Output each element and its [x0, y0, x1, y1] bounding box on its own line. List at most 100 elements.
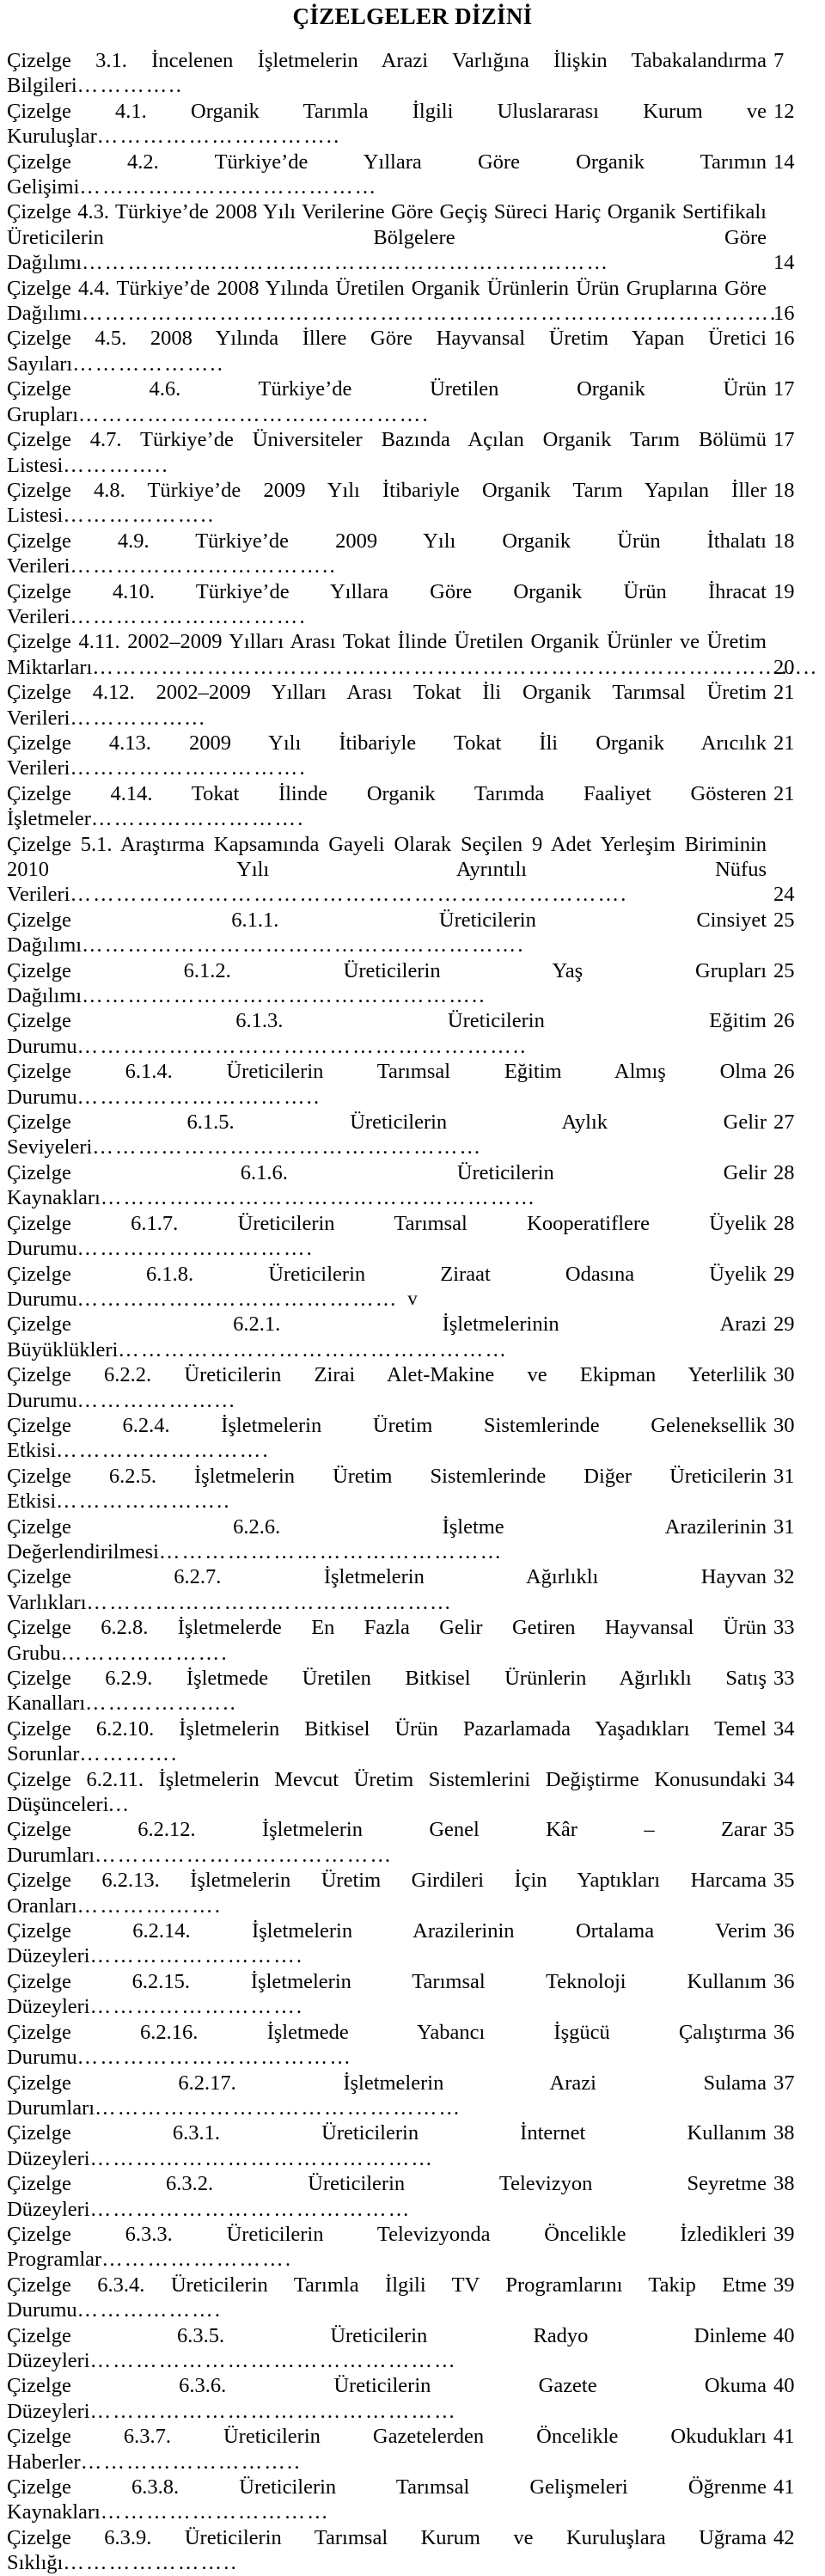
toc-entry[interactable]: Çizelge 4.10. Türkiye’de Yıllara Göre Or… [7, 579, 818, 630]
toc-dot-leader: ………………………………………………………………………………. [82, 302, 778, 326]
toc-entry[interactable]: Çizelge 4.8. Türkiye’de 2009 Yılı İtibar… [7, 478, 818, 529]
toc-entry[interactable]: Çizelge 6.3.4. Üreticilerin Tarımla İlgi… [7, 2273, 818, 2323]
toc-entry-page-number: 36 [773, 2020, 795, 2044]
toc-entry-page-number: 36 [773, 1969, 795, 1993]
toc-entry-page-number: 39 [773, 2273, 795, 2297]
toc-entry-page-number: 38 [773, 2121, 795, 2145]
toc-entry-page-number: 28 [773, 1160, 795, 1184]
toc-dot-leader: ………………………………………. [78, 402, 430, 426]
document-page: ÇİZELGELER DİZİNİ Çizelge 3.1. İncelenen… [0, 0, 825, 2574]
toc-entry-page-number: 35 [773, 1869, 795, 1893]
toc-dot-leader: …………………………………… [89, 2197, 412, 2221]
toc-entry-page-number: 24 [773, 883, 795, 907]
toc-entry[interactable]: Çizelge 3.1. İncelenen İşletmelerin Araz… [7, 48, 818, 99]
toc-dot-leader: ……………………………………… [89, 2146, 435, 2170]
toc-dot-leader: ………………………………………………………………. [70, 883, 628, 907]
toc-entry[interactable]: Çizelge 6.2.15. İşletmelerin Tarımsal Te… [7, 1969, 818, 2020]
toc-entry-page-number: 26 [773, 1060, 795, 1084]
toc-entry[interactable]: Çizelge 4.9. Türkiye’de 2009 Yılı Organi… [7, 529, 818, 579]
toc-entry[interactable]: Çizelge 6.2.12. İşletmelerin Genel Kâr –… [7, 1817, 818, 1868]
toc-dot-leader: …………………………….. [70, 554, 337, 578]
toc-entry[interactable]: Çizelge 6.2.5. İşletmelerin Üretim Siste… [7, 1464, 818, 1514]
toc-entry-page-number: 33 [773, 1667, 795, 1690]
toc-dot-leader: …………………………. [70, 604, 307, 628]
toc-dot-leader: …………………………………………….. [82, 984, 486, 1008]
toc-entry-page-number: 34 [773, 1767, 795, 1791]
toc-entry-page-number: 37 [773, 2071, 795, 2095]
toc-entry[interactable]: Çizelge 6.2.7. İşletmelerin Ağırlıklı Ha… [7, 1564, 818, 1615]
toc-entry-page-number: 29 [773, 1262, 795, 1286]
toc-entry[interactable]: Çizelge 6.3.8. Üreticilerin Tarımsal Gel… [7, 2475, 818, 2525]
toc-entry[interactable]: Çizelge 6.2.6. İşletme Arazilerinin Değe… [7, 1514, 818, 1565]
toc-entry[interactable]: Çizelge 6.1.4. Üreticilerin Tarımsal Eği… [7, 1059, 818, 1110]
toc-entry-page-number: 38 [773, 2172, 795, 2196]
toc-entry[interactable]: Çizelge 4.1. Organik Tarımla İlgili Ulus… [7, 99, 818, 150]
toc-entry[interactable]: Çizelge 6.3.6. Üreticilerin Gazete Okuma… [7, 2373, 818, 2424]
toc-entry-page-number: 42 [773, 2525, 795, 2549]
toc-entry[interactable]: Çizelge 6.2.9. İşletmede Üretilen Bitkis… [7, 1666, 818, 1716]
toc-entry[interactable]: Çizelge 6.2.10. İşletmelerin Bitkisel Ür… [7, 1716, 818, 1767]
toc-entry[interactable]: Çizelge 6.3.9. Üreticilerin Tarımsal Kur… [7, 2525, 818, 2576]
toc-entry[interactable]: Çizelge 6.2.8. İşletmelerde En Fazla Gel… [7, 1615, 818, 1666]
toc-entry[interactable]: Çizelge 6.3.7. Üreticilerin Gazetelerden… [7, 2424, 818, 2475]
toc-entry[interactable]: Çizelge 6.2.11. İşletmelerin Mevcut Üret… [7, 1767, 818, 1818]
toc-entry-page-number: 14 [773, 251, 795, 275]
toc-entry[interactable]: Çizelge 4.14. Tokat İlinde Organik Tarım… [7, 781, 818, 832]
toc-entry-page-number: 17 [773, 377, 795, 401]
table-of-contents-list: Çizelge 3.1. İncelenen İşletmelerin Araz… [7, 48, 818, 2576]
toc-dot-leader: ………………….. [56, 1490, 231, 1514]
toc-dot-leader: …………. [79, 1742, 179, 1766]
toc-entry[interactable]: Çizelge 6.2.1. İşletmelerinin Arazi Büyü… [7, 1312, 818, 1362]
toc-entry[interactable]: Çizelge 6.3.2. Üreticilerin Televizyon S… [7, 2171, 818, 2222]
toc-entry[interactable]: Çizelge 4.4. Türkiye’de 2008 Yılında Üre… [7, 276, 818, 327]
toc-entry[interactable]: Çizelge 6.1.1. Üreticilerin Cinsiyet Dağ… [7, 908, 818, 958]
toc-entry-page-number: 20 [773, 655, 795, 679]
page-folio-number: v [407, 1288, 418, 1309]
toc-entry[interactable]: Çizelge 6.1.2. Üreticilerin Yaş Grupları… [7, 958, 818, 1009]
toc-dot-leader: ……………….. [63, 504, 216, 528]
toc-dot-leader: ………………………. [90, 807, 305, 831]
toc-dot-leader: ………….. [63, 453, 169, 477]
toc-entry[interactable]: Çizelge 4.2. Türkiye’de Yıllara Göre Org… [7, 150, 818, 200]
toc-entry[interactable]: Çizelge 6.2.2. Üreticilerin Zirai Alet-M… [7, 1362, 818, 1413]
toc-entry[interactable]: Çizelge 6.3.3. Üreticilerin Televizyonda… [7, 2222, 818, 2273]
toc-dot-leader: ………………………………… [95, 1843, 394, 1867]
toc-dot-leader: ………………………….. [76, 1085, 321, 1109]
toc-entry[interactable]: Çizelge 4.12. 2002–2009 Yılları Arası To… [7, 680, 818, 731]
toc-entry[interactable]: Çizelge 6.2.13. İşletmelerin Üretim Gird… [7, 1868, 818, 1918]
toc-entry[interactable]: Çizelge 6.1.3. Üreticilerin Eğitim Durum… [7, 1008, 818, 1059]
toc-entry[interactable]: Çizelge 4.13. 2009 Yılı İtibariyle Tokat… [7, 731, 818, 781]
toc-entry-page-number: 40 [773, 2323, 795, 2347]
toc-dot-leader: ………………………………… [79, 175, 378, 199]
toc-entry[interactable]: Çizelge 4.11. 2002–2009 Yılları Arası To… [7, 629, 818, 680]
toc-dot-leader: ………………………… [100, 2500, 330, 2524]
toc-entry[interactable]: Çizelge 6.2.14. İşletmelerin Arazilerini… [7, 1918, 818, 1969]
toc-entry-page-number: 41 [773, 2425, 795, 2449]
toc-entry[interactable]: Çizelge 6.2.17. İşletmelerin Arazi Sulam… [7, 2071, 818, 2121]
toc-dot-leader: ………………………………………… [89, 2399, 457, 2423]
toc-dot-leader: …………………………. [70, 756, 307, 780]
toc-dot-leader: …………………………………………… [118, 1337, 509, 1361]
toc-dot-leader: ………………………. [89, 1995, 304, 2019]
toc-entry-page-number: 14 [773, 150, 795, 174]
toc-dot-leader: ………………. [76, 2298, 223, 2322]
toc-entry[interactable]: Çizelge 5.1. Araştırma Kapsamında Gayeli… [7, 832, 818, 908]
toc-entry-page-number: 33 [773, 1616, 795, 1640]
toc-entry[interactable]: Çizelge 4.6. Türkiye’de Üretilen Organik… [7, 376, 818, 427]
toc-entry-page-number: 40 [773, 2374, 795, 2398]
toc-entry[interactable]: Çizelge 4.7. Türkiye’de Üniversiteler Ba… [7, 427, 818, 478]
toc-entry[interactable]: Çizelge 4.5. 2008 Yılında İllere Göre Ha… [7, 326, 818, 376]
toc-entry[interactable]: Çizelge 4.3. Türkiye’de 2008 Yılı Verile… [7, 199, 818, 275]
toc-entry[interactable]: Çizelge 6.1.7. Üreticilerin Tarımsal Koo… [7, 1211, 818, 1262]
toc-entry[interactable]: Çizelge 6.3.1. Üreticilerin İnternet Kul… [7, 2120, 818, 2171]
toc-entry[interactable]: Çizelge 6.1.6. Üreticilerin Gelir Kaynak… [7, 1160, 818, 1211]
toc-entry-page-number: 19 [773, 579, 795, 603]
toc-dot-leader: ………………………………………………………………………………….. [92, 655, 818, 679]
toc-entry-page-number: 30 [773, 1363, 795, 1387]
toc-dot-leader: ……………………. [101, 2248, 293, 2272]
toc-entry[interactable]: Çizelge 6.3.5. Üreticilerin Radyo Dinlem… [7, 2323, 818, 2374]
toc-dot-leader: ………………... [76, 1388, 236, 1412]
toc-entry[interactable]: Çizelge 6.1.5. Üreticilerin Aylık Gelir … [7, 1110, 818, 1160]
toc-entry[interactable]: Çizelge 6.2.16. İşletmede Yabancı İşgücü… [7, 2020, 818, 2071]
toc-entry[interactable]: Çizelge 6.2.4. İşletmelerin Üretim Siste… [7, 1413, 818, 1464]
